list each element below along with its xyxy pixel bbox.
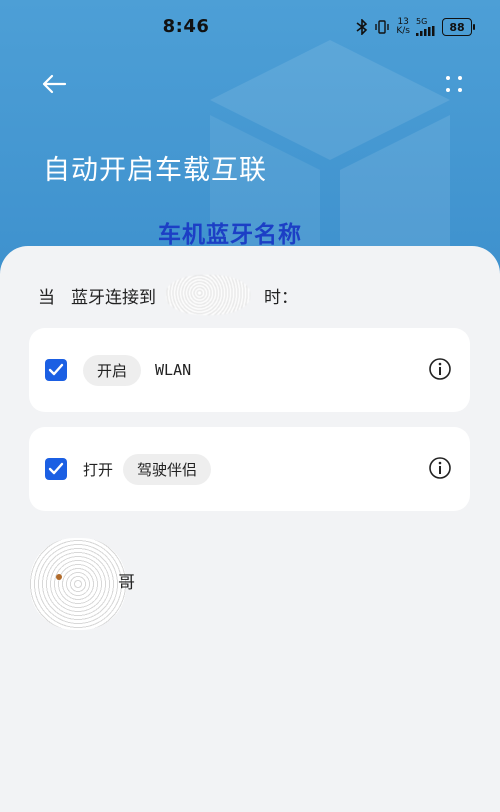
device-name-redacted[interactable] — [166, 275, 250, 315]
redaction-mark — [56, 574, 62, 580]
check-icon — [48, 363, 64, 376]
bluetooth-icon — [356, 19, 368, 35]
action-checkbox-wlan[interactable] — [45, 359, 67, 381]
check-icon — [48, 462, 64, 475]
status-time: 8:46 — [162, 16, 210, 37]
overlay-annotation: 车机蓝牙名称 — [158, 222, 302, 248]
action-chip-enable[interactable]: 开启 — [83, 354, 142, 386]
action-checkbox-driving[interactable] — [45, 458, 67, 480]
status-icons: 13 K/s 5G 88 — [356, 18, 475, 36]
network-type: 5G — [416, 17, 428, 26]
battery-level: 88 — [449, 20, 465, 34]
contact-name-suffix: 哥 — [118, 573, 135, 593]
arrow-left-icon — [42, 74, 67, 94]
speed-unit: K/s — [396, 26, 410, 36]
back-button[interactable] — [36, 66, 72, 102]
condition-prefix: 当 — [38, 287, 55, 308]
action-target-wlan: WLAN — [155, 361, 192, 379]
info-icon[interactable] — [428, 456, 452, 480]
battery-icon: 88 — [442, 18, 475, 36]
action-verb-open: 打开 — [83, 460, 114, 479]
signal-group: 5G — [416, 18, 436, 36]
content-sheet: 当 蓝牙连接到 时： 开启 WLAN 打开 驾驶伴侣 哥 — [0, 246, 500, 812]
condition-connect-text: 蓝牙连接到 — [71, 287, 156, 308]
more-icon — [446, 76, 462, 92]
more-button[interactable] — [436, 66, 472, 102]
vibrate-icon — [375, 20, 390, 34]
trigger-condition: 当 蓝牙连接到 时： — [38, 275, 298, 315]
status-bar: 8:46 13 K/s 5G 88 — [0, 0, 500, 56]
contact-redacted — [30, 538, 126, 630]
action-chip-driving-companion[interactable]: 驾驶伴侣 — [123, 453, 212, 485]
signal-icon — [416, 26, 435, 36]
condition-suffix: 时： — [264, 287, 298, 308]
action-card-wlan: 开启 WLAN — [29, 328, 470, 412]
page-title: 自动开启车载互联 — [43, 155, 267, 186]
action-card-driving: 打开 驾驶伴侣 — [29, 427, 470, 511]
network-speed: 13 K/s — [396, 18, 410, 36]
info-icon[interactable] — [428, 357, 452, 381]
